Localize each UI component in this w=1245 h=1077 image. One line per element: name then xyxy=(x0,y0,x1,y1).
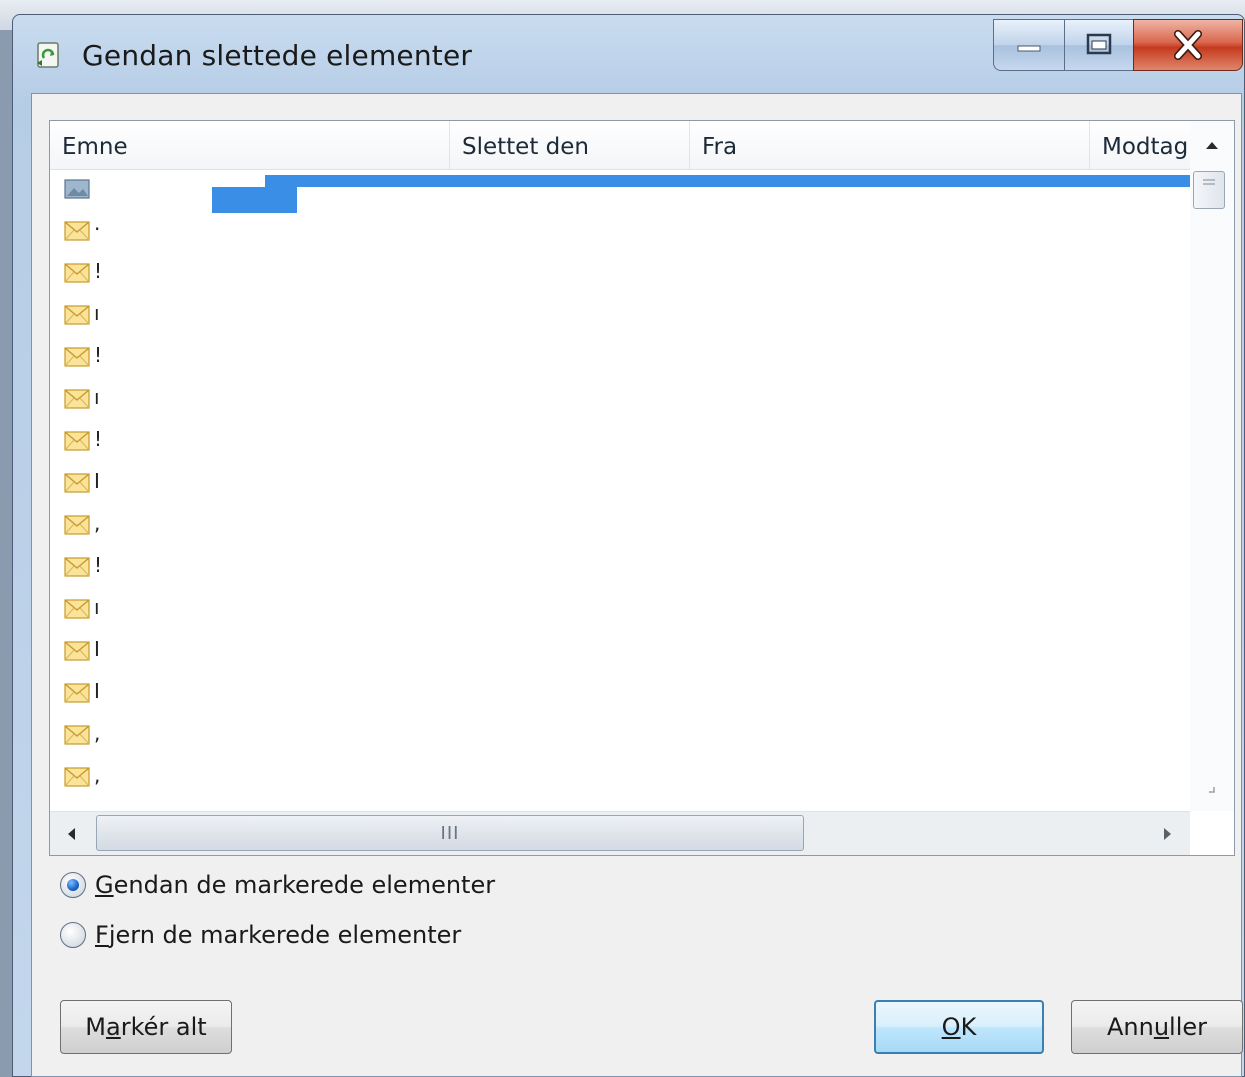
list-header: Emne Slettet den Fra Modtag xyxy=(50,121,1190,170)
list-item-subject: I xyxy=(94,637,100,661)
close-button[interactable] xyxy=(1133,19,1243,71)
mail-envelope-icon xyxy=(64,263,90,283)
select-all-accesskey: a xyxy=(106,1013,121,1041)
ok-text: K xyxy=(960,1013,977,1041)
restore-deleted-items-dialog: Gendan slettede elementer Emne Slettet d… xyxy=(12,14,1245,1077)
mail-envelope-icon xyxy=(64,683,90,703)
mail-envelope-icon xyxy=(64,725,90,745)
cancel-text-a: Ann xyxy=(1106,1013,1154,1041)
scroll-up-arrow-icon[interactable] xyxy=(1190,121,1234,169)
list-item-subject: ! xyxy=(94,427,103,451)
scroll-down-arrow-icon[interactable] xyxy=(1190,771,1234,811)
maximize-icon xyxy=(1086,33,1112,55)
deleted-items-list[interactable]: Emne Slettet den Fra Modtag ·! ı! ı! I,! ı I I… xyxy=(49,120,1235,856)
delete-accesskey: F xyxy=(95,921,109,949)
select-all-button[interactable]: Ma rkér alt xyxy=(60,1000,232,1054)
list-item[interactable]: ı xyxy=(50,591,1190,633)
column-header-received[interactable]: Modtag xyxy=(1090,121,1190,169)
mail-envelope-icon xyxy=(64,431,90,451)
mail-envelope-icon xyxy=(64,557,90,577)
list-item-subject: ! xyxy=(94,553,103,577)
recycle-restore-icon xyxy=(37,42,59,68)
restore-label-text: endan de markerede elementer xyxy=(113,871,496,899)
mail-envelope-icon xyxy=(64,473,90,493)
delete-label-text: jern de markerede elementer xyxy=(108,921,462,949)
list-item-subject: ı xyxy=(94,301,100,325)
scroll-thumb-grip: III xyxy=(440,822,460,844)
column-header-from[interactable]: Fra xyxy=(690,121,1090,169)
delete-radio-button[interactable] xyxy=(60,922,86,948)
mail-envelope-icon xyxy=(64,389,90,409)
column-header-subject[interactable]: Emne xyxy=(50,121,450,169)
list-item-subject: ! xyxy=(94,343,103,367)
scroll-right-arrow-icon[interactable] xyxy=(1148,812,1188,855)
list-item[interactable]: · xyxy=(50,213,1190,255)
list-item[interactable]: ! xyxy=(50,423,1190,465)
list-item-subject: I xyxy=(94,469,100,493)
select-all-text-b: rkér alt xyxy=(120,1013,207,1041)
window-title: Gendan slettede elementer xyxy=(82,39,473,72)
cancel-button[interactable]: Ann u ller xyxy=(1071,1000,1243,1054)
selection-highlight xyxy=(265,175,1190,187)
minimize-icon xyxy=(1017,45,1041,52)
ok-accesskey: O xyxy=(941,1013,961,1041)
scroll-left-arrow-icon[interactable] xyxy=(56,812,86,855)
list-item[interactable]: , xyxy=(50,507,1190,549)
list-item-subject: ı xyxy=(94,385,100,409)
list-item-subject: ! xyxy=(94,259,103,283)
cancel-accesskey: u xyxy=(1153,1013,1170,1041)
title-bar[interactable]: Gendan slettede elementer xyxy=(13,15,1244,91)
list-item[interactable]: ! xyxy=(50,339,1190,381)
restore-option-label: Gendan de markerede elementer xyxy=(95,871,495,899)
select-all-text-a: M xyxy=(85,1013,107,1041)
delete-option-label: Fjern de markerede elementer xyxy=(95,921,461,949)
list-item-subject: , xyxy=(94,763,101,787)
restore-radio-button[interactable] xyxy=(60,872,86,898)
list-item-subject: , xyxy=(94,721,101,745)
mail-envelope-icon xyxy=(64,599,90,619)
mail-envelope-icon xyxy=(64,767,90,787)
maximize-button[interactable] xyxy=(1064,19,1134,71)
list-item[interactable]: ! xyxy=(50,549,1190,591)
vertical-scrollbar[interactable] xyxy=(1190,121,1234,811)
list-item[interactable]: , xyxy=(50,717,1190,759)
picture-item-icon xyxy=(64,179,90,199)
list-item[interactable]: ! xyxy=(50,255,1190,297)
list-item[interactable]: , xyxy=(50,759,1190,801)
selection-highlight xyxy=(265,187,297,213)
close-icon xyxy=(1174,30,1202,60)
dialog-client-area: Emne Slettet den Fra Modtag ·! ı! ı! I,! ı I I… xyxy=(31,93,1243,1077)
mail-envelope-icon xyxy=(64,305,90,325)
delete-selected-option[interactable]: Fjern de markerede elementer xyxy=(60,918,461,952)
minimize-button[interactable] xyxy=(993,19,1065,71)
mail-envelope-icon xyxy=(64,221,90,241)
cancel-text-b: ller xyxy=(1169,1013,1208,1041)
mail-envelope-icon xyxy=(64,515,90,535)
list-item[interactable]: I xyxy=(50,633,1190,675)
list-item[interactable]: ı xyxy=(50,381,1190,423)
vertical-scroll-thumb[interactable] xyxy=(1193,171,1225,209)
list-item-subject: ı xyxy=(94,595,100,619)
list-item-subject: I xyxy=(94,679,100,703)
list-item[interactable]: I xyxy=(50,465,1190,507)
list-item[interactable]: I xyxy=(50,675,1190,717)
horizontal-scroll-thumb[interactable]: III xyxy=(96,815,804,851)
list-item[interactable] xyxy=(50,171,1190,213)
restore-accesskey: G xyxy=(95,871,114,899)
list-item[interactable]: ı xyxy=(50,297,1190,339)
ok-button[interactable]: OK xyxy=(874,1000,1044,1054)
horizontal-scrollbar[interactable]: III xyxy=(50,811,1190,855)
mail-envelope-icon xyxy=(64,347,90,367)
restore-selected-option[interactable]: Gendan de markerede elementer xyxy=(60,868,495,902)
mail-envelope-icon xyxy=(64,641,90,661)
list-item-subject: , xyxy=(94,511,101,535)
list-item-subject: · xyxy=(94,217,101,241)
column-header-deleted-on[interactable]: Slettet den xyxy=(450,121,690,169)
